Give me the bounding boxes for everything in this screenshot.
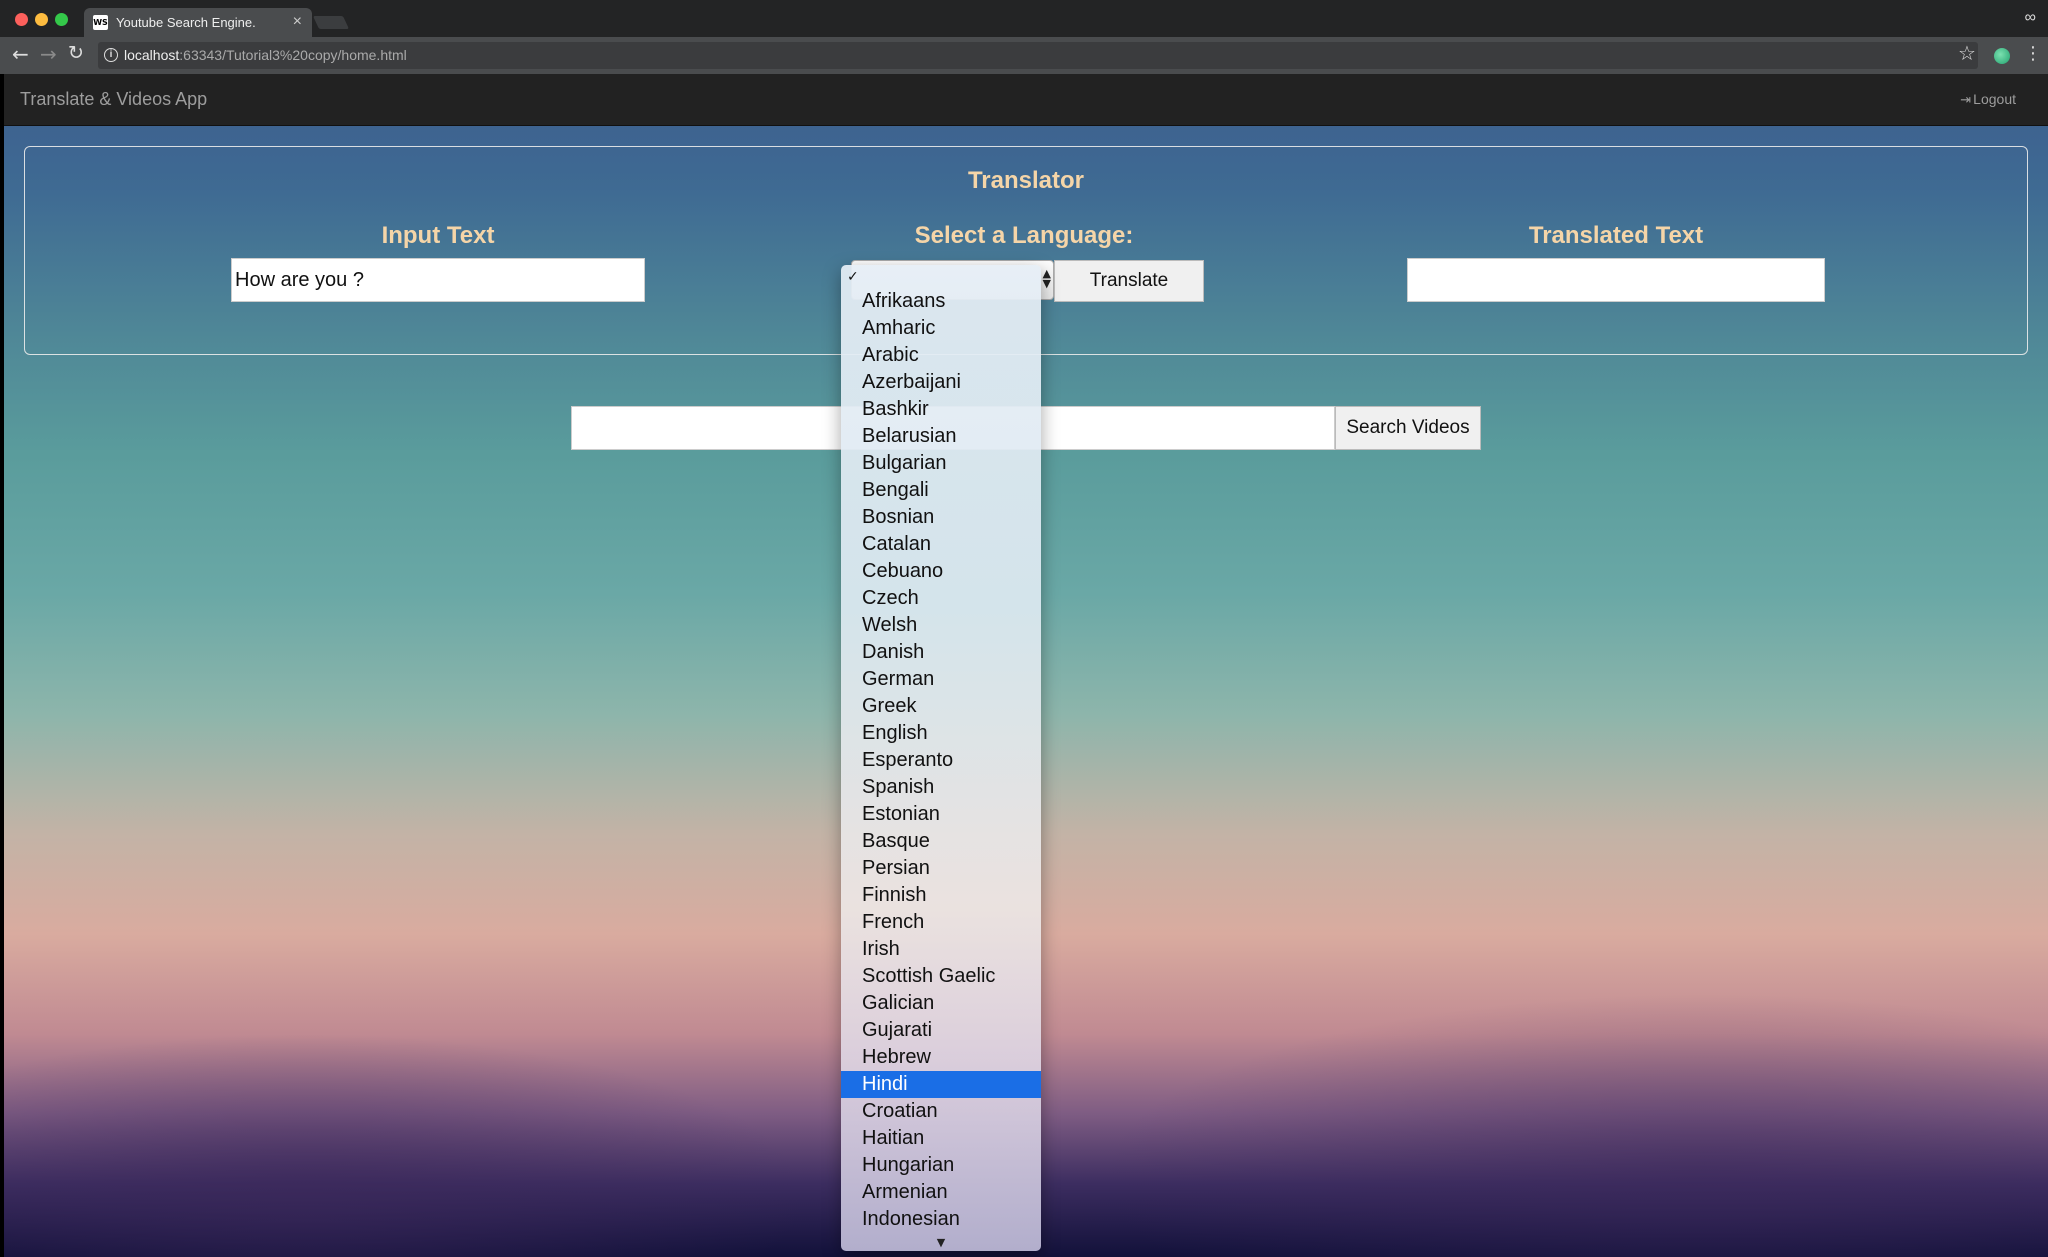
scroll-down-arrow-icon[interactable]: ▼ <box>841 1236 1041 1249</box>
language-label: Select a Language: <box>914 222 1134 249</box>
maximize-window-button[interactable] <box>55 13 68 26</box>
new-tab-button[interactable] <box>312 16 350 29</box>
app-navbar: Translate & Videos App ⇥ Logout <box>4 74 2048 126</box>
language-option[interactable]: English <box>841 720 1041 747</box>
language-option[interactable]: German <box>841 666 1041 693</box>
info-icon[interactable]: i <box>104 48 118 62</box>
language-option[interactable]: Estonian <box>841 801 1041 828</box>
logout-link[interactable]: ⇥ Logout <box>1960 91 2016 108</box>
language-option[interactable]: Esperanto <box>841 747 1041 774</box>
language-option[interactable]: Bengali <box>841 477 1041 504</box>
webstorm-favicon-icon: WS <box>93 15 108 30</box>
tab-close-icon[interactable]: × <box>293 13 302 31</box>
language-option[interactable]: Afrikaans <box>841 288 1041 315</box>
language-option[interactable]: Greek <box>841 693 1041 720</box>
language-option[interactable]: Welsh <box>841 612 1041 639</box>
checkmark-icon: ✓ <box>847 269 859 285</box>
logout-label: Logout <box>1973 91 2016 107</box>
url-text[interactable]: localhost:63343/Tutorial3%20copy/home.ht… <box>124 47 407 63</box>
language-option[interactable]: Hungarian <box>841 1152 1041 1179</box>
language-option[interactable]: Amharic <box>841 315 1041 342</box>
select-arrows-icon: ▲ ▼ <box>1042 267 1051 290</box>
language-option[interactable]: Catalan <box>841 531 1041 558</box>
login-arrow-icon: ⇥ <box>1960 93 1972 108</box>
language-option[interactable]: Cebuano <box>841 558 1041 585</box>
browser-tab[interactable]: WS Youtube Search Engine. × <box>84 8 312 37</box>
translate-button[interactable]: Translate <box>1054 260 1204 302</box>
language-option[interactable]: Czech <box>841 585 1041 612</box>
language-option[interactable]: Indonesian <box>841 1206 1041 1233</box>
language-option[interactable]: Danish <box>841 639 1041 666</box>
language-option[interactable]: Gujarati <box>841 1017 1041 1044</box>
forward-arrow-icon[interactable]: → <box>40 42 57 66</box>
language-option[interactable]: Haitian <box>841 1125 1041 1152</box>
translated-text-label: Translated Text <box>1528 222 1704 249</box>
translator-title: Translator <box>967 167 1085 194</box>
input-text-label: Input Text <box>381 222 495 249</box>
minimize-window-button[interactable] <box>35 13 48 26</box>
url-path: :63343/Tutorial3%20copy/home.html <box>179 47 407 63</box>
language-option[interactable]: Arabic <box>841 342 1041 369</box>
language-option[interactable]: Azerbaijani <box>841 369 1041 396</box>
browser-toolbar: ← → ↻ i localhost:63343/Tutorial3%20copy… <box>0 37 2048 74</box>
language-option[interactable]: Hindi <box>841 1071 1041 1098</box>
language-option[interactable]: Armenian <box>841 1179 1041 1206</box>
language-option[interactable]: Persian <box>841 855 1041 882</box>
browser-menu-icon[interactable]: ⋮ <box>2024 43 2042 64</box>
search-videos-button[interactable]: Search Videos <box>1335 406 1481 450</box>
tab-title: Youtube Search Engine. <box>116 15 256 30</box>
language-option[interactable]: Belarusian <box>841 423 1041 450</box>
extension-icon[interactable] <box>1994 48 2010 64</box>
incognito-profile-icon[interactable]: ∞ <box>2025 9 2036 27</box>
language-option[interactable]: Basque <box>841 828 1041 855</box>
browser-tab-bar: WS Youtube Search Engine. × ∞ <box>0 0 2048 37</box>
language-option[interactable]: Galician <box>841 990 1041 1017</box>
language-dropdown-list[interactable]: ✓ Afrikaans Amharic Arabic Azerbaijani Bashk… <box>841 265 1041 1251</box>
bookmark-star-icon[interactable]: ☆ <box>1958 41 1976 65</box>
language-option[interactable]: Bashkir <box>841 396 1041 423</box>
close-window-button[interactable] <box>15 13 28 26</box>
navbar-brand[interactable]: Translate & Videos App <box>20 89 207 110</box>
language-option[interactable]: Bosnian <box>841 504 1041 531</box>
reload-icon[interactable]: ↻ <box>68 42 84 64</box>
language-option[interactable]: Hebrew <box>841 1044 1041 1071</box>
language-option[interactable]: Finnish <box>841 882 1041 909</box>
input-text-field[interactable]: How are you ? <box>231 258 645 302</box>
url-host: localhost <box>124 47 180 63</box>
language-option[interactable]: Bulgarian <box>841 450 1041 477</box>
language-options: Afrikaans Amharic Arabic Azerbaijani Bashkir… <box>841 288 1041 1233</box>
language-option[interactable]: Irish <box>841 936 1041 963</box>
language-option[interactable]: Croatian <box>841 1098 1041 1125</box>
language-option[interactable]: Scottish Gaelic <box>841 963 1041 990</box>
back-arrow-icon[interactable]: ← <box>12 42 29 66</box>
language-option[interactable]: Spanish <box>841 774 1041 801</box>
address-bar[interactable]: i localhost:63343/Tutorial3%20copy/home.… <box>98 42 1978 69</box>
translated-text-field[interactable] <box>1407 258 1825 302</box>
language-option[interactable]: French <box>841 909 1041 936</box>
